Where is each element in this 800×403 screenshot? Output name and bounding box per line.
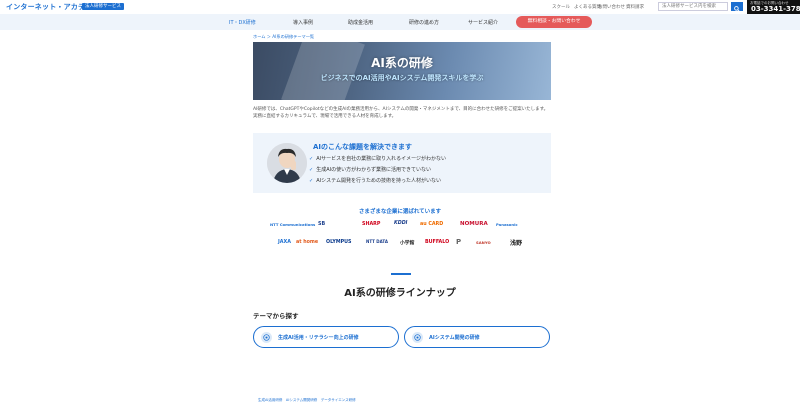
client-logo-au-card: au CARD (420, 222, 444, 227)
theme-button-label: 生成AI活用・リテラシー向上の研修 (278, 335, 359, 341)
phone-number: 03-3341-3781 (751, 5, 800, 13)
hero-image (281, 42, 365, 100)
client-logo-jaxa: JAXA (278, 240, 291, 245)
page-title: AI系の研修 (371, 56, 433, 70)
bottom-links[interactable]: 生成AI活用研修 AIシステム開発研修 データサイエンス研修 (258, 398, 356, 403)
nav-item-process[interactable]: 研修の進め方 (409, 19, 439, 26)
problem-text: 生成AIの使い方がわからず業務に活用できていない (316, 167, 432, 173)
client-logo-buffalo: BUFFALO (425, 240, 450, 245)
client-logo-p: P (456, 238, 462, 246)
theme-button-genai[interactable]: 生成AI活用・リテラシー向上の研修 (253, 326, 399, 348)
contact-cta-button[interactable]: 無料相談・お問い合わせ (516, 16, 592, 28)
client-logo-nomura: NOMURA (460, 221, 488, 227)
problem-text: AIサービスを自社の業務に取り入れるイメージがわかない (316, 156, 447, 162)
hero-banner: AI系の研修 ビジネスでのAI活用やAIシステム開発スキルを学ぶ (253, 42, 551, 100)
check-icon: ✓ (309, 156, 314, 162)
search-input[interactable] (658, 2, 728, 11)
utility-link-school[interactable]: スクール (552, 4, 570, 10)
nav-item-it-dx[interactable]: IT・DX研修 (229, 19, 256, 26)
worried-person-image (267, 143, 307, 183)
utility-link-contact[interactable]: お問い合わせ (598, 4, 625, 10)
theme-label: テーマから探す (253, 312, 299, 320)
client-logo-olympus: OLYMPUS (326, 240, 352, 245)
intro-text: AI研修では、ChatGPTやCopilotなどの生成AIの業務活用から、AIシ… (253, 107, 549, 119)
client-logo-sb: SB (318, 222, 326, 227)
client-logo-sharp: SHARP (362, 222, 381, 227)
nav-item-subsidy[interactable]: 助成金活用 (348, 19, 373, 26)
phone-contact[interactable]: お電話でのお問い合わせ 03-3341-3781 (747, 0, 800, 14)
hero-subtitle: ビジネスでのAI活用やAIシステム開発スキルを学ぶ (320, 74, 484, 82)
problem-item: ✓ AIシステム開発を行うための技術を持った人材がいない (309, 177, 441, 184)
lineup-title: AI系の研修ラインナップ (344, 288, 456, 299)
theme-button-ai-dev[interactable]: AIシステム開発の研修 (404, 326, 550, 348)
search-button[interactable] (731, 2, 743, 12)
utility-link-brochure[interactable]: 資料請求 (626, 4, 644, 10)
target-icon (412, 332, 423, 343)
nav-item-services[interactable]: サービス紹介 (468, 19, 498, 26)
problems-box: AIのこんな課題を解決できます ✓ AIサービスを自社の業務に取り入れるイメージが… (253, 133, 551, 193)
client-logo-shogakukan: 小学館 (400, 241, 415, 246)
client-logo-asano: 浅野 (510, 240, 523, 247)
nav-item-cases[interactable]: 導入事例 (293, 19, 313, 26)
client-logo-panasonic: Panasonic (496, 222, 518, 227)
theme-button-label: AIシステム開発の研修 (429, 335, 480, 341)
clients-title: さまざまな企業に選ばれています (358, 209, 442, 215)
problem-text: AIシステム開発を行うための技術を持った人材がいない (316, 178, 441, 184)
target-icon (261, 332, 272, 343)
problems-title: AIのこんな課題を解決できます (313, 143, 413, 151)
check-icon: ✓ (309, 167, 314, 173)
client-logo-kddi: KDDI (394, 221, 408, 226)
problem-item: ✓ 生成AIの使い方がわからず業務に活用できていない (309, 166, 431, 173)
site-header: インターネット・アカデミー 法人研修サービス スクール よくある質問 お問い合わ… (0, 0, 800, 14)
section-divider (391, 273, 411, 275)
check-icon: ✓ (309, 178, 314, 184)
client-logo-ntt-data: NTT DATA (366, 239, 388, 244)
main-nav: IT・DX研修 導入事例 助成金活用 研修の進め方 サービス紹介 無料相談・お問… (0, 14, 800, 30)
breadcrumb[interactable]: ホーム ＞ AI系の研修テーマ一覧 (253, 34, 314, 40)
client-logo-sanyo: SANYO (476, 240, 491, 245)
client-logo-ntt-com: NTT Communications (270, 222, 316, 227)
logo-badge: 法人研修サービス (82, 3, 124, 10)
utility-link-faq[interactable]: よくある質問 (574, 4, 601, 10)
problem-item: ✓ AIサービスを自社の業務に取り入れるイメージがわかない (309, 155, 446, 162)
client-logo-athome: at home (296, 240, 319, 245)
